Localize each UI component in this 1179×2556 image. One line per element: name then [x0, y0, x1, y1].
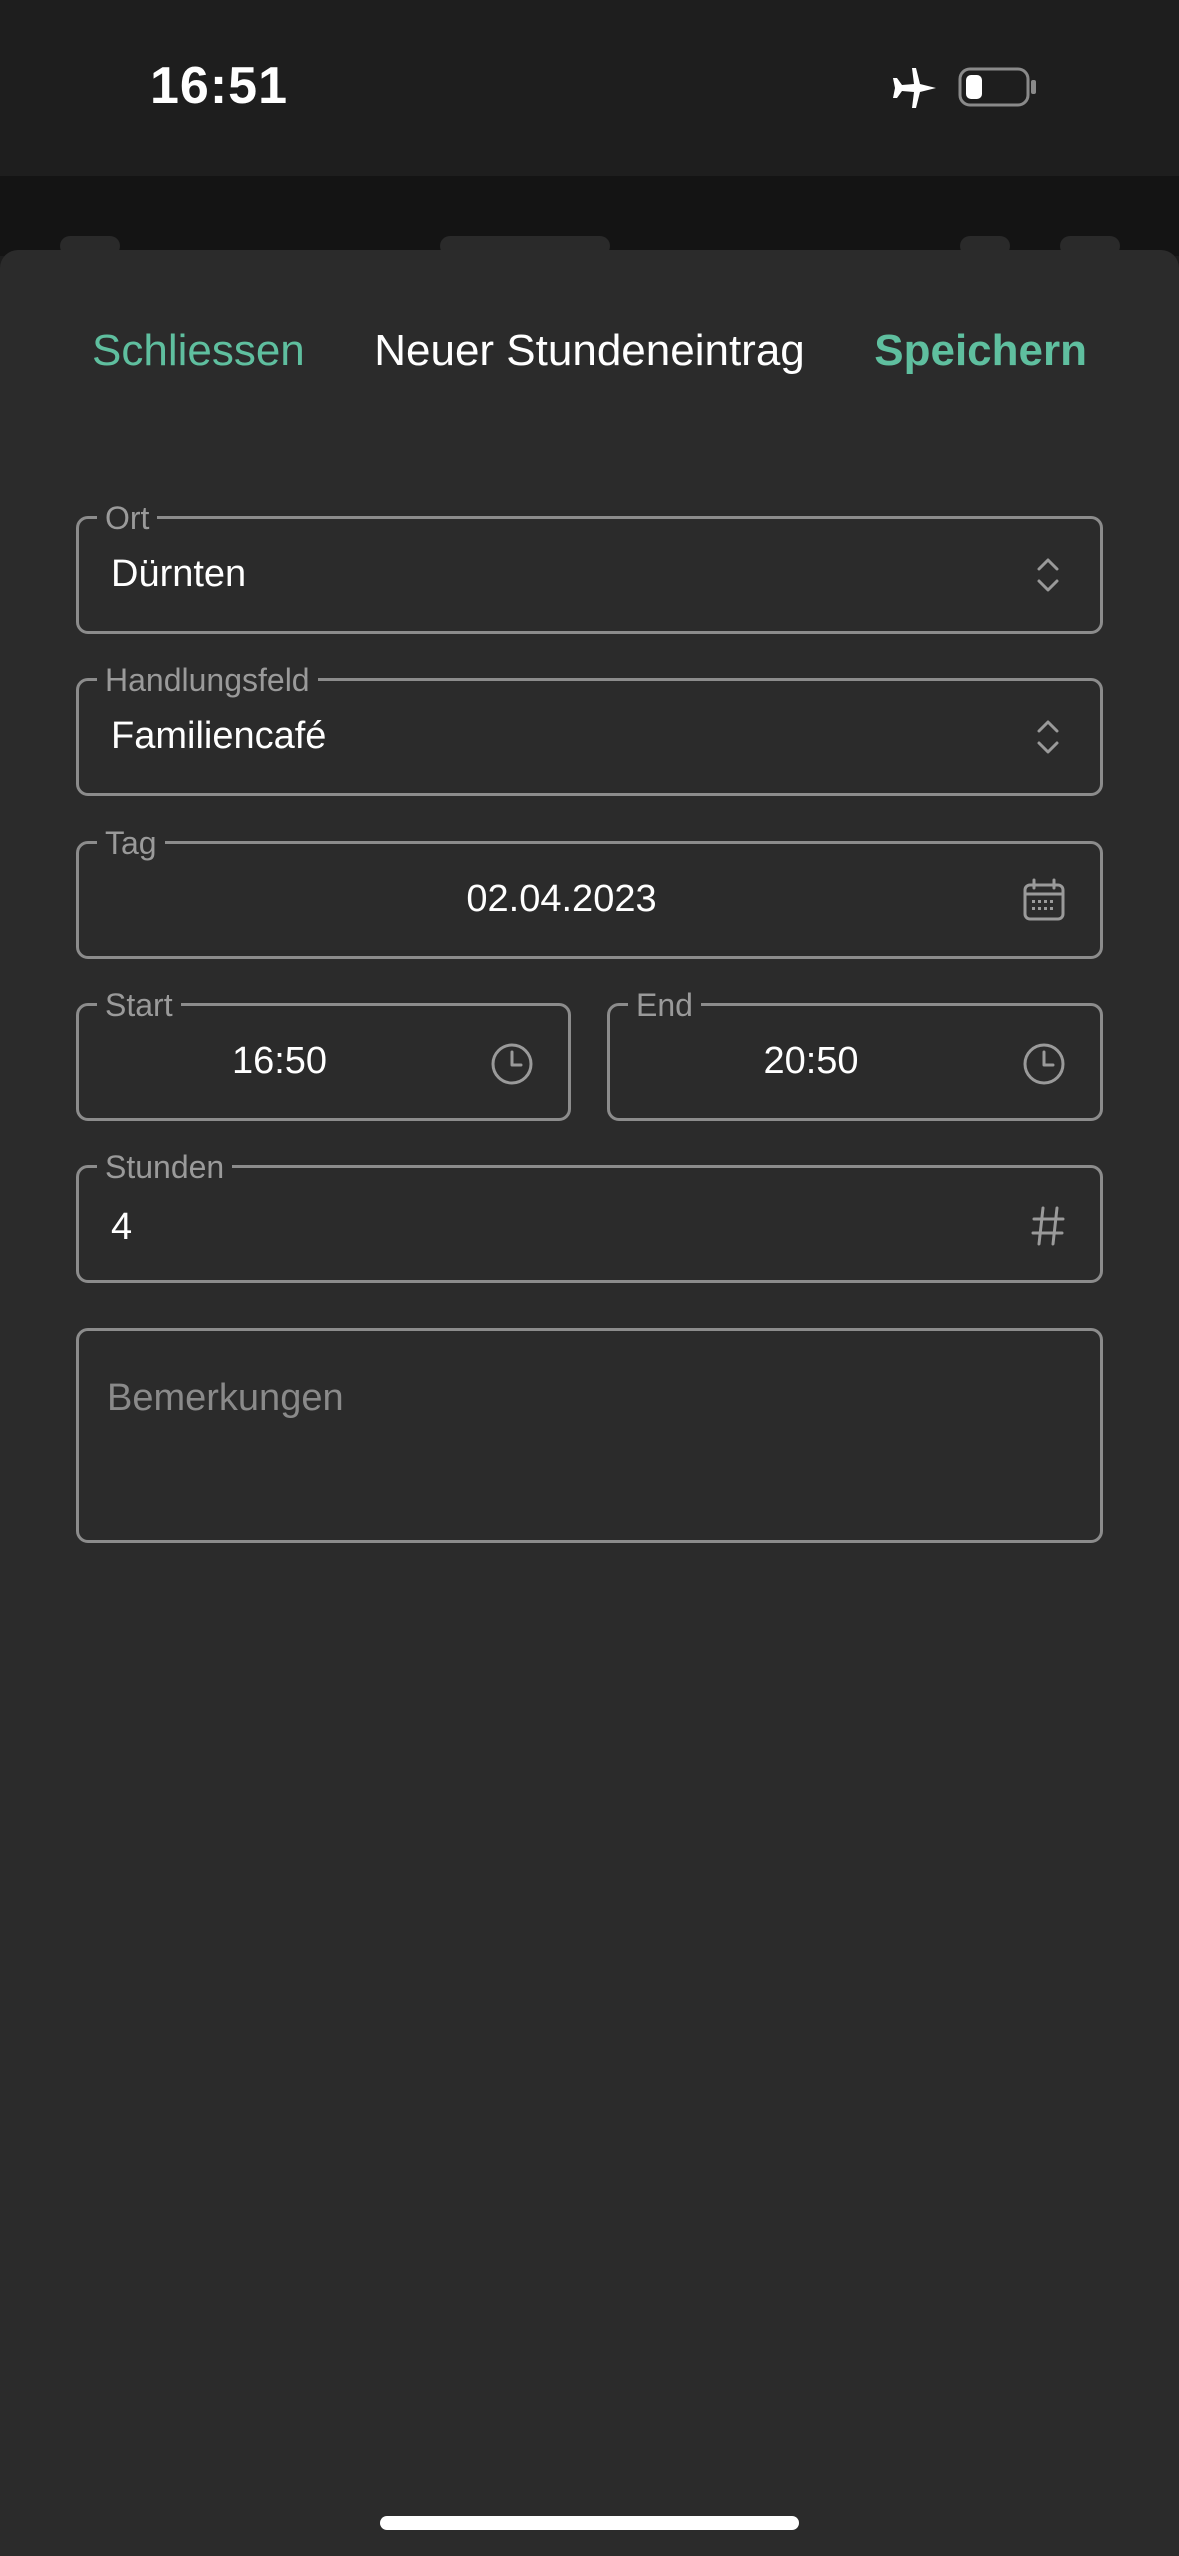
calendar-icon[interactable] [1022, 878, 1066, 922]
handlungsfeld-value: Familiencafé [111, 715, 327, 757]
background-screen [0, 176, 1179, 256]
battery-icon [958, 67, 1036, 107]
clock-icon[interactable] [1022, 1042, 1066, 1086]
handlungsfeld-select[interactable]: Handlungsfeld Familiencafé [76, 662, 1103, 796]
chevron-up-down-icon [1037, 720, 1059, 754]
end-time-field[interactable]: End 20:50 [607, 987, 1103, 1121]
handlungsfeld-label: Handlungsfeld [97, 662, 318, 698]
ort-label: Ort [97, 500, 158, 536]
end-label: End [628, 987, 701, 1023]
start-label: Start [97, 987, 181, 1023]
chevron-up-down-icon [1037, 558, 1059, 592]
stunden-input[interactable]: Stunden 4 [76, 1149, 1103, 1283]
status-time: 16:51 [150, 57, 288, 115]
start-time-field[interactable]: Start 16:50 [76, 987, 571, 1121]
home-indicator[interactable] [380, 2516, 799, 2530]
tag-date-field[interactable]: Tag 02.04.2023 [76, 825, 1103, 959]
stunden-value: 4 [111, 1206, 133, 1248]
ort-value: Dürnten [111, 553, 247, 595]
save-button[interactable]: Speichern [874, 326, 1087, 376]
hash-icon [1031, 1206, 1065, 1246]
status-bar: 16:51 [0, 0, 1179, 176]
ort-select[interactable]: Ort Dürnten [76, 500, 1103, 634]
tag-label: Tag [97, 825, 165, 861]
bemerkungen-placeholder: Bemerkungen [107, 1377, 344, 1419]
airplane-mode-icon [893, 68, 936, 108]
clock-icon[interactable] [490, 1042, 534, 1086]
bemerkungen-textarea[interactable]: Bemerkungen [76, 1328, 1103, 1543]
stunden-label: Stunden [97, 1149, 233, 1185]
tag-value: 02.04.2023 [466, 878, 657, 920]
new-entry-sheet: Schliessen Neuer Stundeneintrag Speicher… [0, 250, 1179, 2556]
